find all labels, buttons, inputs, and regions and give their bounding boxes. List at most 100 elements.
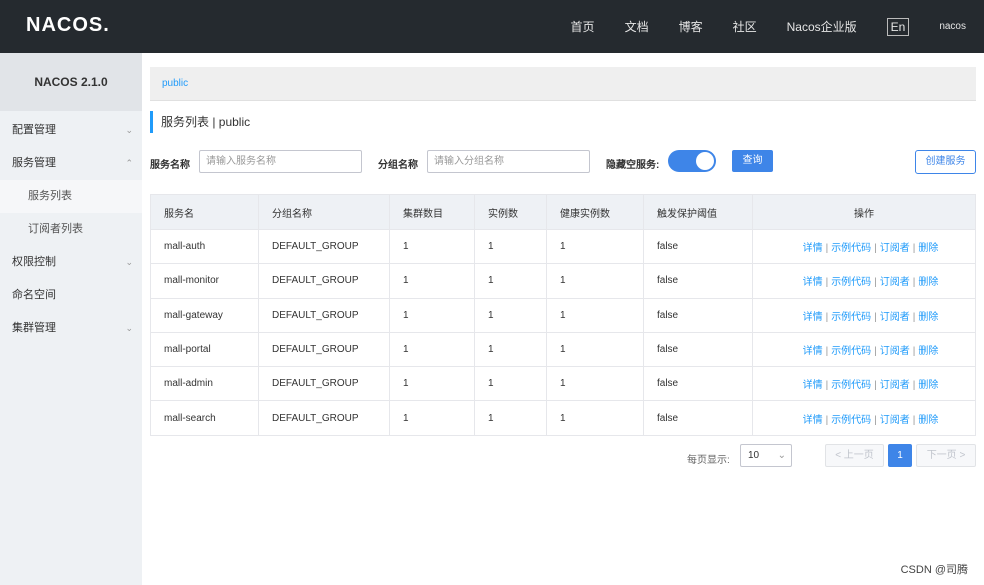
current-page-button[interactable]: 1 bbox=[888, 444, 912, 467]
op-subscribers-link[interactable]: 订阅者 bbox=[880, 346, 910, 357]
sidebar-item-service-management[interactable]: 服务管理 ⌃ bbox=[0, 147, 142, 180]
cell-group-name: DEFAULT_GROUP bbox=[258, 297, 390, 333]
op-detail-link[interactable]: 详情 bbox=[803, 415, 823, 426]
create-service-button[interactable]: 创建服务 bbox=[915, 150, 976, 174]
op-sample-code-link[interactable]: 示例代码 bbox=[831, 415, 871, 426]
sidebar-item-config[interactable]: 配置管理 ⌄ bbox=[0, 114, 142, 147]
nacos-logo[interactable]: NACOS. bbox=[26, 14, 110, 37]
page-size-value: 10 bbox=[748, 450, 760, 461]
version-label: NACOS 2.1.0 bbox=[0, 53, 142, 111]
col-cluster-count: 集群数目 bbox=[389, 194, 475, 230]
top-nav: 首页 文档 博客 社区 Nacos企业版 En nacos bbox=[541, 0, 966, 53]
nav-home[interactable]: 首页 bbox=[571, 18, 595, 35]
col-operations: 操作 bbox=[752, 194, 976, 230]
op-subscribers-link[interactable]: 订阅者 bbox=[880, 415, 910, 426]
nav-enterprise[interactable]: Nacos企业版 bbox=[787, 18, 857, 35]
op-separator: | bbox=[825, 311, 829, 323]
op-delete-link[interactable]: 删除 bbox=[918, 415, 938, 426]
user-menu[interactable]: nacos bbox=[939, 21, 966, 32]
op-delete-link[interactable]: 删除 bbox=[918, 243, 938, 254]
op-separator: | bbox=[874, 311, 877, 323]
service-name-input[interactable]: 请输入服务名称 bbox=[199, 150, 362, 173]
cell-healthy-count: 1 bbox=[546, 400, 644, 436]
query-button[interactable]: 查询 bbox=[732, 150, 773, 172]
sidebar-item-service-list[interactable]: 服务列表 bbox=[0, 180, 142, 213]
page-size-select[interactable]: 10 ⌄ bbox=[740, 444, 792, 467]
cell-instance-count: 1 bbox=[474, 366, 547, 402]
cell-group-name: DEFAULT_GROUP bbox=[258, 366, 390, 402]
prev-page-button[interactable]: < 上一页 bbox=[825, 444, 884, 467]
op-subscribers-link[interactable]: 订阅者 bbox=[880, 312, 910, 323]
op-delete-link[interactable]: 删除 bbox=[918, 380, 938, 391]
cell-healthy-count: 1 bbox=[546, 366, 644, 402]
op-separator: | bbox=[825, 243, 829, 255]
op-sample-code-link[interactable]: 示例代码 bbox=[831, 380, 871, 391]
cell-cluster-count: 1 bbox=[389, 228, 475, 265]
hide-empty-label: 隐藏空服务: bbox=[606, 160, 660, 171]
op-separator: | bbox=[825, 380, 829, 392]
op-subscribers-link[interactable]: 订阅者 bbox=[880, 243, 910, 254]
nav-blog[interactable]: 博客 bbox=[679, 18, 703, 35]
hide-empty-toggle[interactable] bbox=[668, 150, 716, 172]
cell-cluster-count: 1 bbox=[389, 400, 475, 436]
op-detail-link[interactable]: 详情 bbox=[803, 346, 823, 357]
sidebar-item-cluster[interactable]: 集群管理 ⌄ bbox=[0, 312, 142, 345]
table-row: mall-admin DEFAULT_GROUP 1 1 1 false 详情 | 示例代码 | 订… bbox=[150, 366, 976, 402]
op-separator: | bbox=[912, 346, 916, 358]
op-separator: | bbox=[912, 380, 916, 392]
col-threshold: 触发保护阈值 bbox=[643, 194, 753, 230]
group-name-label: 分组名称 bbox=[378, 160, 418, 171]
op-sample-code-link[interactable]: 示例代码 bbox=[831, 277, 871, 288]
sidebar-item-label: 订阅者列表 bbox=[28, 223, 83, 235]
namespace-link[interactable]: public bbox=[162, 78, 188, 89]
nav-docs[interactable]: 文档 bbox=[625, 18, 649, 35]
cell-group-name: DEFAULT_GROUP bbox=[258, 228, 390, 265]
cell-operations: 详情 | 示例代码 | 订阅者 | 删除 bbox=[752, 228, 976, 265]
op-detail-link[interactable]: 详情 bbox=[803, 312, 823, 323]
cell-healthy-count: 1 bbox=[546, 263, 644, 299]
cell-group-name: DEFAULT_GROUP bbox=[258, 331, 390, 368]
page-title: 服务列表 | public bbox=[150, 111, 250, 133]
cell-service-name: mall-gateway bbox=[150, 297, 259, 333]
cell-operations: 详情 | 示例代码 | 订阅者 | 删除 bbox=[752, 263, 976, 299]
op-subscribers-link[interactable]: 订阅者 bbox=[880, 380, 910, 391]
cell-service-name: mall-search bbox=[150, 400, 259, 436]
op-detail-link[interactable]: 详情 bbox=[803, 243, 823, 254]
group-name-input[interactable]: 请输入分组名称 bbox=[427, 150, 590, 173]
next-page-button[interactable]: 下一页 > bbox=[916, 444, 976, 467]
table-header-row: 服务名 分组名称 集群数目 实例数 健康实例数 触发保护阈值 操作 bbox=[150, 194, 976, 230]
col-service-name: 服务名 bbox=[150, 194, 259, 230]
sidebar-item-namespace[interactable]: 命名空间 bbox=[0, 279, 142, 312]
col-group-name: 分组名称 bbox=[258, 194, 390, 230]
cell-service-name: mall-admin bbox=[150, 366, 259, 402]
op-subscribers-link[interactable]: 订阅者 bbox=[880, 277, 910, 288]
sidebar-item-subscriber-list[interactable]: 订阅者列表 bbox=[0, 213, 142, 246]
cell-threshold: false bbox=[643, 228, 753, 265]
cell-operations: 详情 | 示例代码 | 订阅者 | 删除 bbox=[752, 400, 976, 436]
sidebar-item-access-control[interactable]: 权限控制 ⌄ bbox=[0, 246, 142, 279]
table-row: mall-monitor DEFAULT_GROUP 1 1 1 false 详情 | 示例代码… bbox=[150, 263, 976, 299]
op-delete-link[interactable]: 删除 bbox=[918, 277, 938, 288]
op-detail-link[interactable]: 详情 bbox=[803, 380, 823, 391]
op-sample-code-link[interactable]: 示例代码 bbox=[831, 346, 871, 357]
sidebar-item-label: 服务列表 bbox=[28, 190, 72, 202]
cell-service-name: mall-auth bbox=[150, 228, 259, 265]
sidebar: NACOS 2.1.0 配置管理 ⌄ 服务管理 ⌃ 服务列表 订阅者列表 权限控… bbox=[0, 53, 142, 585]
op-separator: | bbox=[874, 414, 877, 426]
cell-threshold: false bbox=[643, 263, 753, 299]
cell-group-name: DEFAULT_GROUP bbox=[258, 400, 390, 436]
cell-group-name: DEFAULT_GROUP bbox=[258, 263, 390, 299]
service-table: 服务名 分组名称 集群数目 实例数 健康实例数 触发保护阈值 操作 mall-a… bbox=[150, 194, 976, 436]
main-content: public 服务列表 | public 服务名称 请输入服务名称 分组名称 请… bbox=[142, 53, 984, 585]
op-delete-link[interactable]: 删除 bbox=[918, 312, 938, 323]
op-delete-link[interactable]: 删除 bbox=[918, 346, 938, 357]
table-row: mall-search DEFAULT_GROUP 1 1 1 false 详情 | 示例代码 |… bbox=[150, 400, 976, 436]
page-size-label: 每页显示: bbox=[687, 455, 730, 466]
chevron-down-icon: ⌄ bbox=[125, 125, 133, 135]
nav-community[interactable]: 社区 bbox=[733, 18, 757, 35]
op-sample-code-link[interactable]: 示例代码 bbox=[831, 312, 871, 323]
op-detail-link[interactable]: 详情 bbox=[803, 277, 823, 288]
language-switch[interactable]: En bbox=[886, 17, 910, 36]
op-separator: | bbox=[874, 277, 877, 289]
op-sample-code-link[interactable]: 示例代码 bbox=[831, 243, 871, 254]
